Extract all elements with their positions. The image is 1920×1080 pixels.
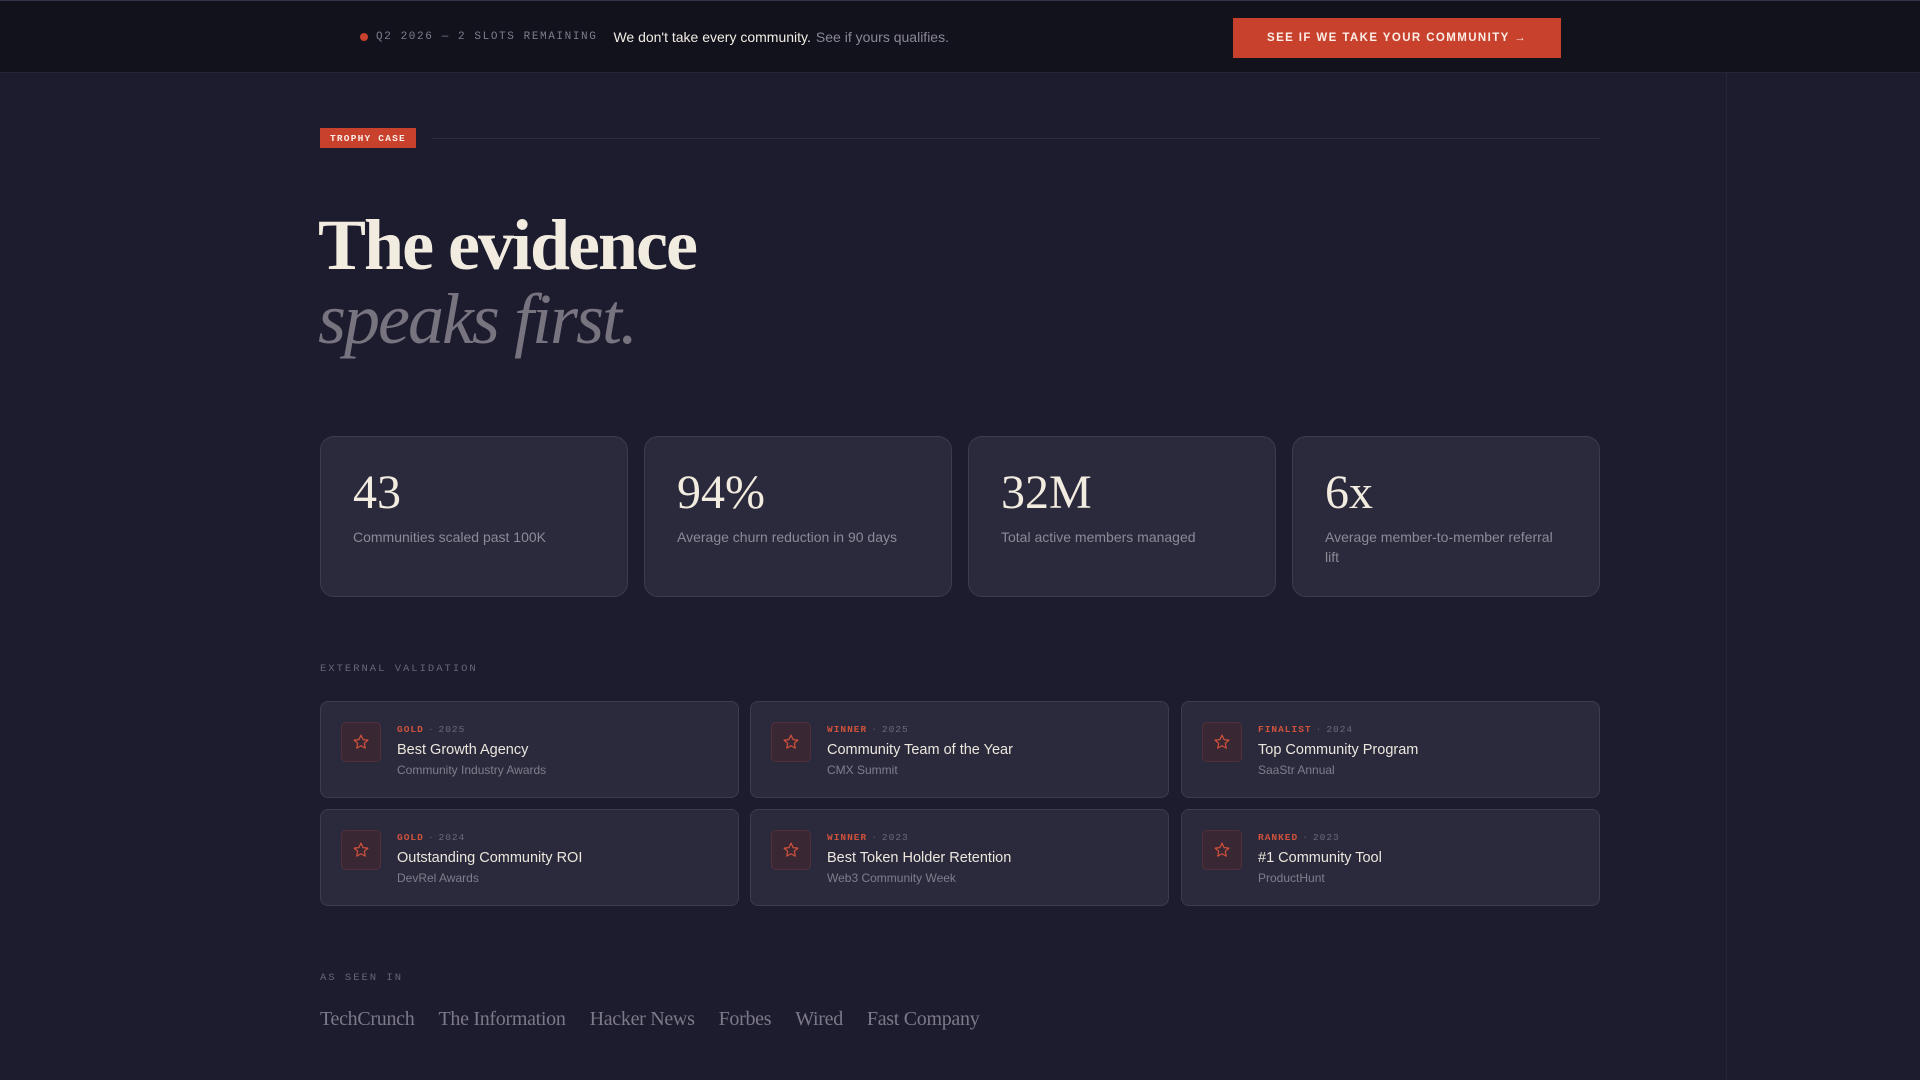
award-year: 2024 xyxy=(438,832,466,843)
award-meta: WINNER · 2025 xyxy=(827,724,909,735)
press-label: AS SEEN IN xyxy=(320,972,404,984)
award-rank: WINNER xyxy=(827,832,868,843)
stat-value: 32M xyxy=(1001,466,1092,519)
stat-card: 6x Average member-to-member referral lif… xyxy=(1292,436,1600,597)
slots-remaining-text: Q2 2026 — 2 SLOTS REMAINING xyxy=(376,31,598,43)
awards-grid: GOLD · 2025 Best Growth Agency Community I… xyxy=(320,701,1600,906)
award-meta: RANKED · 2023 xyxy=(1258,832,1340,843)
award-org: CMX Summit xyxy=(827,763,898,777)
award-separator: · xyxy=(871,832,878,843)
tagline-sub: See if yours qualifies. xyxy=(815,29,949,45)
award-card: GOLD · 2024 Outstanding Community ROI DevR… xyxy=(320,809,739,906)
award-org: Community Industry Awards xyxy=(397,763,547,777)
award-rank: WINNER xyxy=(827,724,868,735)
page-title: The evidence xyxy=(318,205,698,285)
award-separator: · xyxy=(427,832,435,843)
award-org: ProductHunt xyxy=(1258,871,1325,885)
press-logo-wired: Wired xyxy=(795,1008,843,1030)
award-card: RANKED · 2023 #1 Community Tool ProductHun… xyxy=(1181,809,1600,906)
press-logo-hacker-news: Hacker News xyxy=(589,1008,695,1030)
section-divider xyxy=(432,138,1600,139)
award-year: 2023 xyxy=(881,832,909,843)
stat-label: Average churn reduction in 90 days xyxy=(677,529,897,545)
award-rank: GOLD xyxy=(397,832,424,843)
stat-value: 6x xyxy=(1325,466,1373,519)
award-title: Outstanding Community ROI xyxy=(397,850,583,866)
status-dot-icon xyxy=(360,33,368,41)
award-card: FINALIST · 2024 Top Community Program SaaS… xyxy=(1181,701,1600,798)
award-icon-box xyxy=(1202,722,1242,762)
award-icon-box xyxy=(1202,830,1242,870)
award-icon-box xyxy=(771,830,811,870)
star-icon xyxy=(353,734,369,749)
award-meta: GOLD · 2024 xyxy=(397,832,465,843)
award-year: 2025 xyxy=(438,724,466,735)
stat-card: 94% Average churn reduction in 90 days xyxy=(644,436,952,597)
stats-grid: 43 Communities scaled past 100K 94% Aver… xyxy=(320,436,1600,597)
award-year: 2023 xyxy=(1312,832,1340,843)
award-org: DevRel Awards xyxy=(397,871,479,885)
award-org: Web3 Community Week xyxy=(827,871,956,885)
page-divider xyxy=(1726,73,1727,1080)
award-icon-box xyxy=(341,722,381,762)
award-card: GOLD · 2025 Best Growth Agency Community I… xyxy=(320,701,739,798)
star-icon xyxy=(1214,734,1230,749)
star-icon xyxy=(783,734,799,749)
section-badge: TROPHY CASE xyxy=(320,128,416,148)
star-icon xyxy=(353,842,369,857)
stat-label: Average member-to-member referral lift xyxy=(1325,529,1553,565)
award-title: #1 Community Tool xyxy=(1258,850,1382,866)
stat-label: Communities scaled past 100K xyxy=(353,529,546,545)
validation-label: EXTERNAL VALIDATION xyxy=(320,663,478,675)
award-icon-box xyxy=(341,830,381,870)
page-subtitle: speaks first. xyxy=(318,279,638,359)
award-title: Top Community Program xyxy=(1258,742,1419,758)
stat-label: Total active members managed xyxy=(1001,529,1196,545)
press-logo-fast-company: Fast Company xyxy=(866,1008,980,1030)
award-year: 2025 xyxy=(881,724,909,735)
stat-value: 94% xyxy=(677,466,765,519)
announcement-bar: Q2 2026 — 2 SLOTS REMAINING We don't tak… xyxy=(0,0,1920,73)
press-logo-techcrunch: TechCrunch xyxy=(320,1008,415,1030)
award-rank: GOLD xyxy=(397,724,424,735)
award-card: WINNER · 2023 Best Token Holder Retention … xyxy=(750,809,1169,906)
award-meta: FINALIST · 2024 xyxy=(1258,724,1353,735)
tagline-main: We don't take every community. xyxy=(613,29,811,45)
award-separator: · xyxy=(871,724,878,735)
award-separator: · xyxy=(1302,832,1309,843)
award-year: 2024 xyxy=(1326,724,1354,735)
stat-value: 43 xyxy=(353,466,401,519)
award-icon-box xyxy=(771,722,811,762)
star-icon xyxy=(783,842,799,857)
award-title: Best Token Holder Retention xyxy=(827,850,1012,866)
award-meta: WINNER · 2023 xyxy=(827,832,909,843)
press-logos: TechCrunch The Information Hacker News F… xyxy=(320,1008,1003,1031)
award-rank: FINALIST xyxy=(1258,724,1312,735)
award-title: Community Team of the Year xyxy=(827,742,1013,758)
stat-card: 32M Total active members managed xyxy=(968,436,1276,597)
award-rank: RANKED xyxy=(1258,832,1299,843)
award-meta: GOLD · 2025 xyxy=(397,724,465,735)
award-org: SaaStr Annual xyxy=(1258,763,1335,777)
star-icon xyxy=(1214,842,1230,857)
stat-card: 43 Communities scaled past 100K xyxy=(320,436,628,597)
qualify-cta-button[interactable]: SEE IF WE TAKE YOUR COMMUNITY → xyxy=(1233,18,1561,58)
press-logo-the-information: The Information xyxy=(438,1008,566,1030)
award-title: Best Growth Agency xyxy=(397,742,529,758)
award-card: WINNER · 2025 Community Team of the Year C… xyxy=(750,701,1169,798)
award-separator: · xyxy=(1315,724,1323,735)
press-logo-forbes: Forbes xyxy=(718,1008,772,1030)
award-separator: · xyxy=(427,724,435,735)
